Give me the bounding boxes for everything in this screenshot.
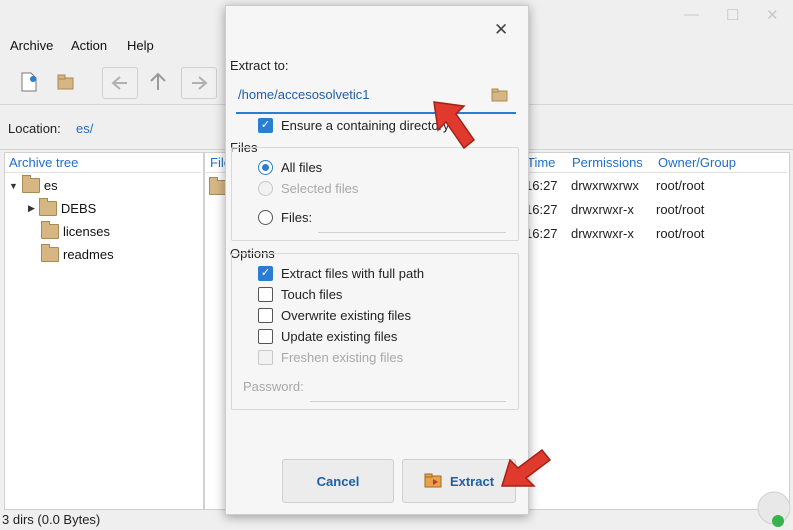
row-1-time: 16:27 [525,178,558,193]
selected-files-radio: Selected files [258,181,358,196]
minimize-button[interactable]: — [684,6,699,23]
open-archive-button[interactable] [49,67,83,97]
touch-files-label: Touch files [281,287,343,302]
arrow-left-icon [111,76,127,90]
tree-item-readmes[interactable]: readmes [41,244,114,262]
checkbox-unchecked-icon[interactable] [258,287,273,302]
tree-item-label: readmes [63,247,114,262]
checkbox-disabled-icon [258,350,273,365]
tree-item-label: licenses [63,224,110,239]
forward-button[interactable] [181,67,217,99]
update-checkbox[interactable]: Update existing files [258,329,397,344]
selected-files-label: Selected files [281,181,359,196]
radio-selected-icon[interactable] [258,160,273,175]
ensure-directory-label: Ensure a containing directory [281,118,450,133]
tree-header-divider [5,172,201,173]
time-column-header[interactable]: Time [527,155,555,170]
row-2-time: 16:27 [525,202,558,217]
tree-item-label: es [43,178,58,193]
tree-item-es[interactable]: ▼ es [9,175,58,193]
folder-icon [38,198,57,216]
menu-archive[interactable]: Archive [10,38,53,53]
tree-item-label: DEBS [60,201,97,216]
files-pattern-label: Files: [281,210,313,225]
extract-archive-icon [424,473,442,488]
cancel-label: Cancel [316,473,360,489]
password-label: Password: [243,379,304,394]
overwrite-checkbox[interactable]: Overwrite existing files [258,308,411,323]
archive-tree-header[interactable]: Archive tree [9,155,78,170]
all-files-label: All files [281,160,323,175]
full-path-label: Extract files with full path [281,266,425,281]
row-1-owner: root/root [656,178,705,193]
window-close-button[interactable]: ✕ [766,6,779,24]
freshen-checkbox: Freshen existing files [258,350,403,365]
open-folder-icon [57,74,74,90]
new-archive-button[interactable] [12,67,46,97]
row-2-owner: root/root [656,202,705,217]
dialog-close-button[interactable]: ✕ [494,20,508,40]
ensure-directory-checkbox[interactable]: ✓ Ensure a containing directory [258,118,449,133]
checkbox-checked-icon[interactable]: ✓ [258,266,273,281]
checkbox-checked-icon[interactable]: ✓ [258,118,273,133]
extract-to-input[interactable]: /home/accesosolvetic1 [238,87,370,102]
permissions-column-header[interactable]: Permissions [572,155,643,170]
chevron-down-icon[interactable]: ▼ [9,181,18,191]
row-1-permissions: drwxrwxrwx [571,178,639,193]
cancel-button[interactable]: Cancel [282,459,394,503]
location-label: Location: [8,121,61,136]
password-input [310,375,506,402]
location-path[interactable]: es/ [76,121,93,136]
arrow-up-icon [150,72,166,90]
up-button[interactable] [141,67,175,97]
row-3-owner: root/root [656,226,705,241]
watermark-logo [757,491,791,527]
update-label: Update existing files [281,329,398,344]
files-pattern-radio[interactable]: Files: [258,210,312,225]
extract-dialog: ✕ Extract to: /home/accesosolvetic1 ✓ En… [225,5,529,515]
row-2-permissions: drwxrwxr-x [571,202,634,217]
maximize-button[interactable]: ☐ [726,6,739,24]
row-3-time: 16:27 [525,226,558,241]
touch-files-checkbox[interactable]: Touch files [258,287,342,302]
status-bar: 3 dirs (0.0 Bytes) [2,512,101,527]
new-document-icon [21,72,37,92]
chevron-right-icon[interactable]: ▶ [28,203,35,214]
checkbox-unchecked-icon[interactable] [258,308,273,323]
arrow-right-icon [192,76,208,90]
extract-to-label: Extract to: [230,58,289,73]
extract-label: Extract [449,473,495,489]
full-path-checkbox[interactable]: ✓ Extract files with full path [258,266,424,281]
tree-item-debs[interactable]: ▶ DEBS [28,198,97,216]
annotation-arrow-icon [433,101,476,150]
folder-icon [41,244,59,262]
files-pattern-input[interactable] [318,206,506,233]
browse-folder-icon[interactable] [491,87,509,103]
folder-icon [41,221,59,239]
all-files-radio[interactable]: All files [258,160,322,175]
checkbox-unchecked-icon[interactable] [258,329,273,344]
radio-disabled-icon [258,181,273,196]
annotation-arrow-icon [500,448,552,487]
owner-column-header[interactable]: Owner/Group [658,155,736,170]
back-button[interactable] [102,67,138,99]
freshen-label: Freshen existing files [281,350,404,365]
radio-unselected-icon[interactable] [258,210,273,225]
menu-help[interactable]: Help [127,38,154,53]
menu-action[interactable]: Action [71,38,107,53]
tree-item-licenses[interactable]: licenses [41,221,110,239]
folder-icon [21,175,40,193]
overwrite-label: Overwrite existing files [281,308,412,323]
row-3-permissions: drwxrwxr-x [571,226,634,241]
